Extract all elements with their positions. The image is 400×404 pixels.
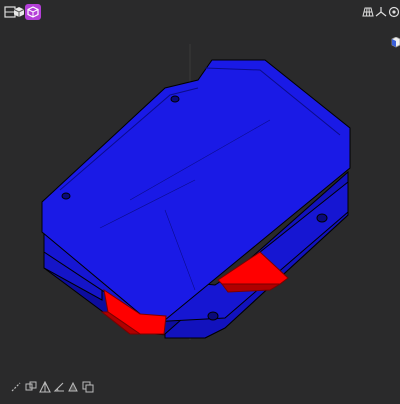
edge-select-icon: [25, 381, 37, 393]
view-options-button[interactable]: [386, 4, 400, 20]
nav-cube-button[interactable]: [390, 34, 400, 48]
area-measure-icon: [67, 381, 79, 393]
screw-hole: [207, 311, 219, 321]
3d-viewport[interactable]: [0, 0, 400, 400]
angle-measure-icon: [53, 381, 65, 393]
wireframe-view-button[interactable]: [25, 4, 41, 20]
nav-cube-icon: [390, 34, 400, 53]
screw-hole: [316, 213, 328, 223]
measure-distance-icon: [10, 381, 22, 393]
measure-toolbar: [0, 374, 400, 400]
view-eye-icon: [388, 6, 400, 18]
red-clip-right-shadow: [221, 283, 282, 293]
screw-hole: [61, 192, 71, 200]
solid-cube-icon: [13, 6, 25, 18]
clear-measure-icon: [82, 381, 94, 393]
area-measure-button[interactable]: [65, 379, 81, 395]
measure-distance-button[interactable]: [8, 379, 24, 395]
model-scene[interactable]: [0, 0, 400, 400]
screw-hole: [170, 95, 180, 103]
clear-measure-button[interactable]: [80, 379, 96, 395]
face-select-icon: [39, 381, 51, 393]
wireframe-cube-icon: [27, 6, 39, 18]
